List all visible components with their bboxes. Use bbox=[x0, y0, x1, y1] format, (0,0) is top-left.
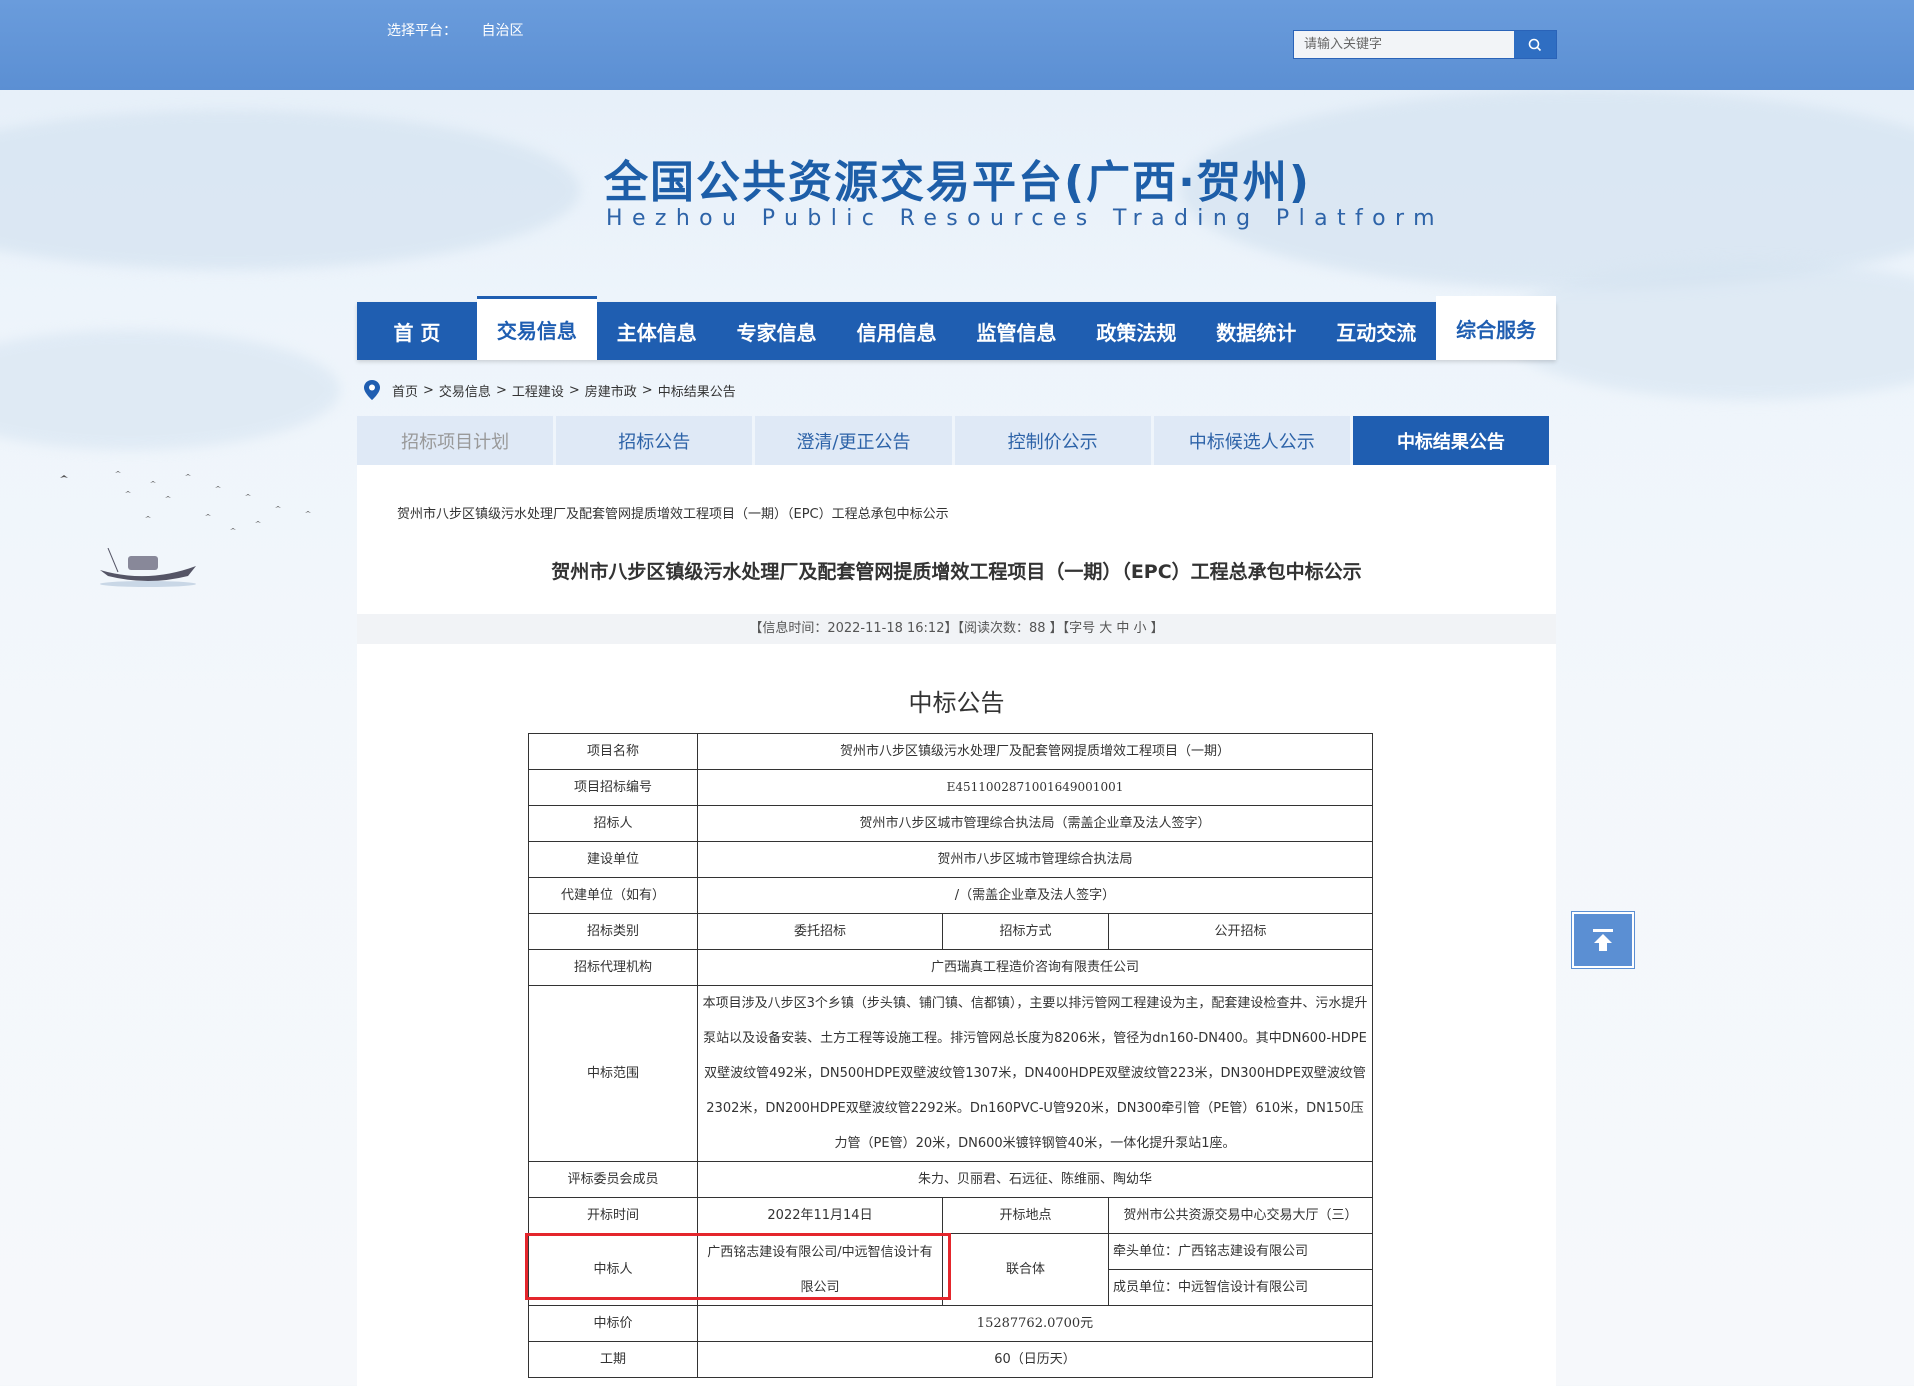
platform-value[interactable]: 自治区 bbox=[481, 23, 523, 39]
tab-bid-notice[interactable]: 招标公告 bbox=[556, 416, 753, 465]
table-key: 开标地点 bbox=[942, 1197, 1109, 1234]
table-key: 招标人 bbox=[528, 805, 698, 842]
table-value: 15287762.0700元 bbox=[697, 1305, 1373, 1342]
table-value: 公开招标 bbox=[1108, 913, 1373, 950]
site-title: 全国公共资源交易平台(广西·贺州) bbox=[604, 157, 1311, 208]
table-key: 工期 bbox=[528, 1341, 698, 1378]
nav-credit-info[interactable]: 信用信息 bbox=[837, 302, 957, 360]
table-row: 建设单位 贺州市八步区城市管理综合执法局 bbox=[528, 841, 1373, 878]
birds-icon bbox=[60, 471, 311, 530]
table-row: 代建单位（如有） /（需盖企业章及法人签字） bbox=[528, 877, 1373, 914]
table-key: 联合体 bbox=[942, 1233, 1109, 1306]
nav-interaction[interactable]: 互动交流 bbox=[1316, 302, 1436, 360]
tab-bid-plan[interactable]: 招标项目计划 bbox=[357, 416, 554, 465]
nav-policy[interactable]: 政策法规 bbox=[1076, 302, 1196, 360]
winner-highlight-box bbox=[525, 1233, 951, 1300]
table-key: 招标代理机构 bbox=[528, 949, 698, 986]
table-value: 成员单位：中远智信设计有限公司 bbox=[1108, 1269, 1373, 1306]
location-pin-icon bbox=[364, 380, 380, 400]
table-key: 项目招标编号 bbox=[528, 769, 698, 806]
breadcrumb-home[interactable]: 首页 bbox=[392, 381, 418, 400]
back-to-top-button[interactable] bbox=[1572, 912, 1634, 968]
breadcrumb-housing[interactable]: 房建市政 bbox=[585, 381, 637, 400]
sub-tabs: 招标项目计划 招标公告 澄清/更正公告 控制价公示 中标候选人公示 中标结果公告 bbox=[357, 416, 1550, 465]
breadcrumb-separator: > bbox=[641, 382, 653, 398]
boat-icon bbox=[100, 548, 196, 587]
nav-statistics[interactable]: 数据统计 bbox=[1196, 302, 1316, 360]
article-title: 贺州市八步区镇级污水处理厂及配套管网提质增效工程项目（一期）（EPC）工程总承包… bbox=[551, 561, 1362, 583]
search-icon bbox=[1528, 38, 1542, 51]
breadcrumb-separator: > bbox=[568, 382, 580, 398]
table-key: 评标委员会成员 bbox=[528, 1161, 698, 1198]
table-value: 牵头单位：广西铭志建设有限公司 bbox=[1108, 1233, 1373, 1270]
table-value: 贺州市八步区城市管理综合执法局 bbox=[697, 841, 1373, 878]
breadcrumb-engineering[interactable]: 工程建设 bbox=[512, 381, 564, 400]
table-value: 朱力、贝丽君、石远征、陈维丽、陶幼华 bbox=[697, 1161, 1373, 1198]
main-nav: 首 页 交易信息 主体信息 专家信息 信用信息 监管信息 政策法规 数据统计 互… bbox=[357, 296, 1557, 360]
search-input[interactable] bbox=[1294, 31, 1514, 58]
table-value: 广西瑞真工程造价咨询有限责任公司 bbox=[697, 949, 1373, 986]
table-value: 贺州市公共资源交易中心交易大厅（三） bbox=[1108, 1197, 1373, 1234]
search-box bbox=[1293, 30, 1557, 59]
platform-label: 选择平台： bbox=[387, 23, 457, 39]
article-meta: 【信息时间：2022-11-18 16:12】【阅读次数：88 】【字号 大 中… bbox=[357, 614, 1556, 644]
table-value: 贺州市八步区城市管理综合执法局（需盖企业章及法人签字） bbox=[697, 805, 1373, 842]
table-value: 2022年11月14日 bbox=[697, 1197, 943, 1234]
search-button[interactable] bbox=[1514, 31, 1556, 58]
nav-expert-info[interactable]: 专家信息 bbox=[717, 302, 837, 360]
tab-control-price[interactable]: 控制价公示 bbox=[954, 416, 1151, 465]
article-small-title: 贺州市八步区镇级污水处理厂及配套管网提质增效工程项目（一期）（EPC）工程总承包… bbox=[397, 507, 949, 522]
tab-candidates[interactable]: 中标候选人公示 bbox=[1153, 416, 1350, 465]
table-row: 项目名称 贺州市八步区镇级污水处理厂及配套管网提质增效工程项目（一期） bbox=[528, 733, 1373, 770]
nav-services[interactable]: 综合服务 bbox=[1436, 296, 1557, 360]
table-row: 中标范围 本项目涉及八步区3个乡镇（步头镇、铺门镇、信都镇），主要以排污管网工程… bbox=[528, 985, 1373, 1162]
table-value: 60（日历天） bbox=[697, 1341, 1373, 1378]
table-value-scope: 本项目涉及八步区3个乡镇（步头镇、铺门镇、信都镇），主要以排污管网工程建设为主，… bbox=[697, 985, 1373, 1162]
table-value: 委托招标 bbox=[697, 913, 943, 950]
breadcrumb: 首页 > 交易信息 > 工程建设 > 房建市政 > 中标结果公告 bbox=[364, 380, 736, 400]
top-bar: 选择平台： 自治区 bbox=[0, 0, 1914, 90]
table-row: 开标时间 2022年11月14日 开标地点 贺州市公共资源交易中心交易大厅（三） bbox=[528, 1197, 1373, 1234]
table-row: 工期 60（日历天） bbox=[528, 1341, 1373, 1378]
breadcrumb-separator: > bbox=[495, 382, 507, 398]
table-row: 招标代理机构 广西瑞真工程造价咨询有限责任公司 bbox=[528, 949, 1373, 986]
site-subtitle: Hezhou Public Resources Trading Platform bbox=[606, 206, 1444, 231]
table-key: 建设单位 bbox=[528, 841, 698, 878]
table-key: 项目名称 bbox=[528, 733, 698, 770]
breadcrumb-separator: > bbox=[423, 382, 434, 398]
table-value: 贺州市八步区镇级污水处理厂及配套管网提质增效工程项目（一期） bbox=[697, 733, 1373, 770]
table-row: 招标类别 委托招标 招标方式 公开招标 bbox=[528, 913, 1373, 950]
table-row: 评标委员会成员 朱力、贝丽君、石远征、陈维丽、陶幼华 bbox=[528, 1161, 1373, 1198]
table-value: /（需盖企业章及法人签字） bbox=[697, 877, 1373, 914]
arrow-up-icon bbox=[1593, 929, 1613, 951]
table-key: 代建单位（如有） bbox=[528, 877, 698, 914]
nav-subject-info[interactable]: 主体信息 bbox=[597, 302, 717, 360]
nav-home[interactable]: 首 页 bbox=[357, 302, 477, 360]
tab-award-result[interactable]: 中标结果公告 bbox=[1352, 416, 1550, 465]
table-key: 中标价 bbox=[528, 1305, 698, 1342]
breadcrumb-trade-info[interactable]: 交易信息 bbox=[439, 381, 491, 400]
notice-title: 中标公告 bbox=[908, 689, 1005, 717]
breadcrumb-current[interactable]: 中标结果公告 bbox=[658, 381, 736, 400]
table-row: 招标人 贺州市八步区城市管理综合执法局（需盖企业章及法人签字） bbox=[528, 805, 1373, 842]
table-value: E4511002871001649001001 bbox=[697, 769, 1373, 806]
platform-selector[interactable]: 选择平台： 自治区 bbox=[387, 20, 523, 40]
table-key: 中标范围 bbox=[528, 985, 698, 1162]
tab-clarification[interactable]: 澄清/更正公告 bbox=[755, 416, 952, 465]
table-key: 开标时间 bbox=[528, 1197, 698, 1234]
table-row: 项目招标编号 E4511002871001649001001 bbox=[528, 769, 1373, 806]
table-key: 招标方式 bbox=[942, 913, 1109, 950]
table-key: 招标类别 bbox=[528, 913, 698, 950]
table-row: 中标价 15287762.0700元 bbox=[528, 1305, 1373, 1342]
nav-trade-info[interactable]: 交易信息 bbox=[476, 296, 597, 360]
nav-supervision-info[interactable]: 监管信息 bbox=[957, 302, 1077, 360]
